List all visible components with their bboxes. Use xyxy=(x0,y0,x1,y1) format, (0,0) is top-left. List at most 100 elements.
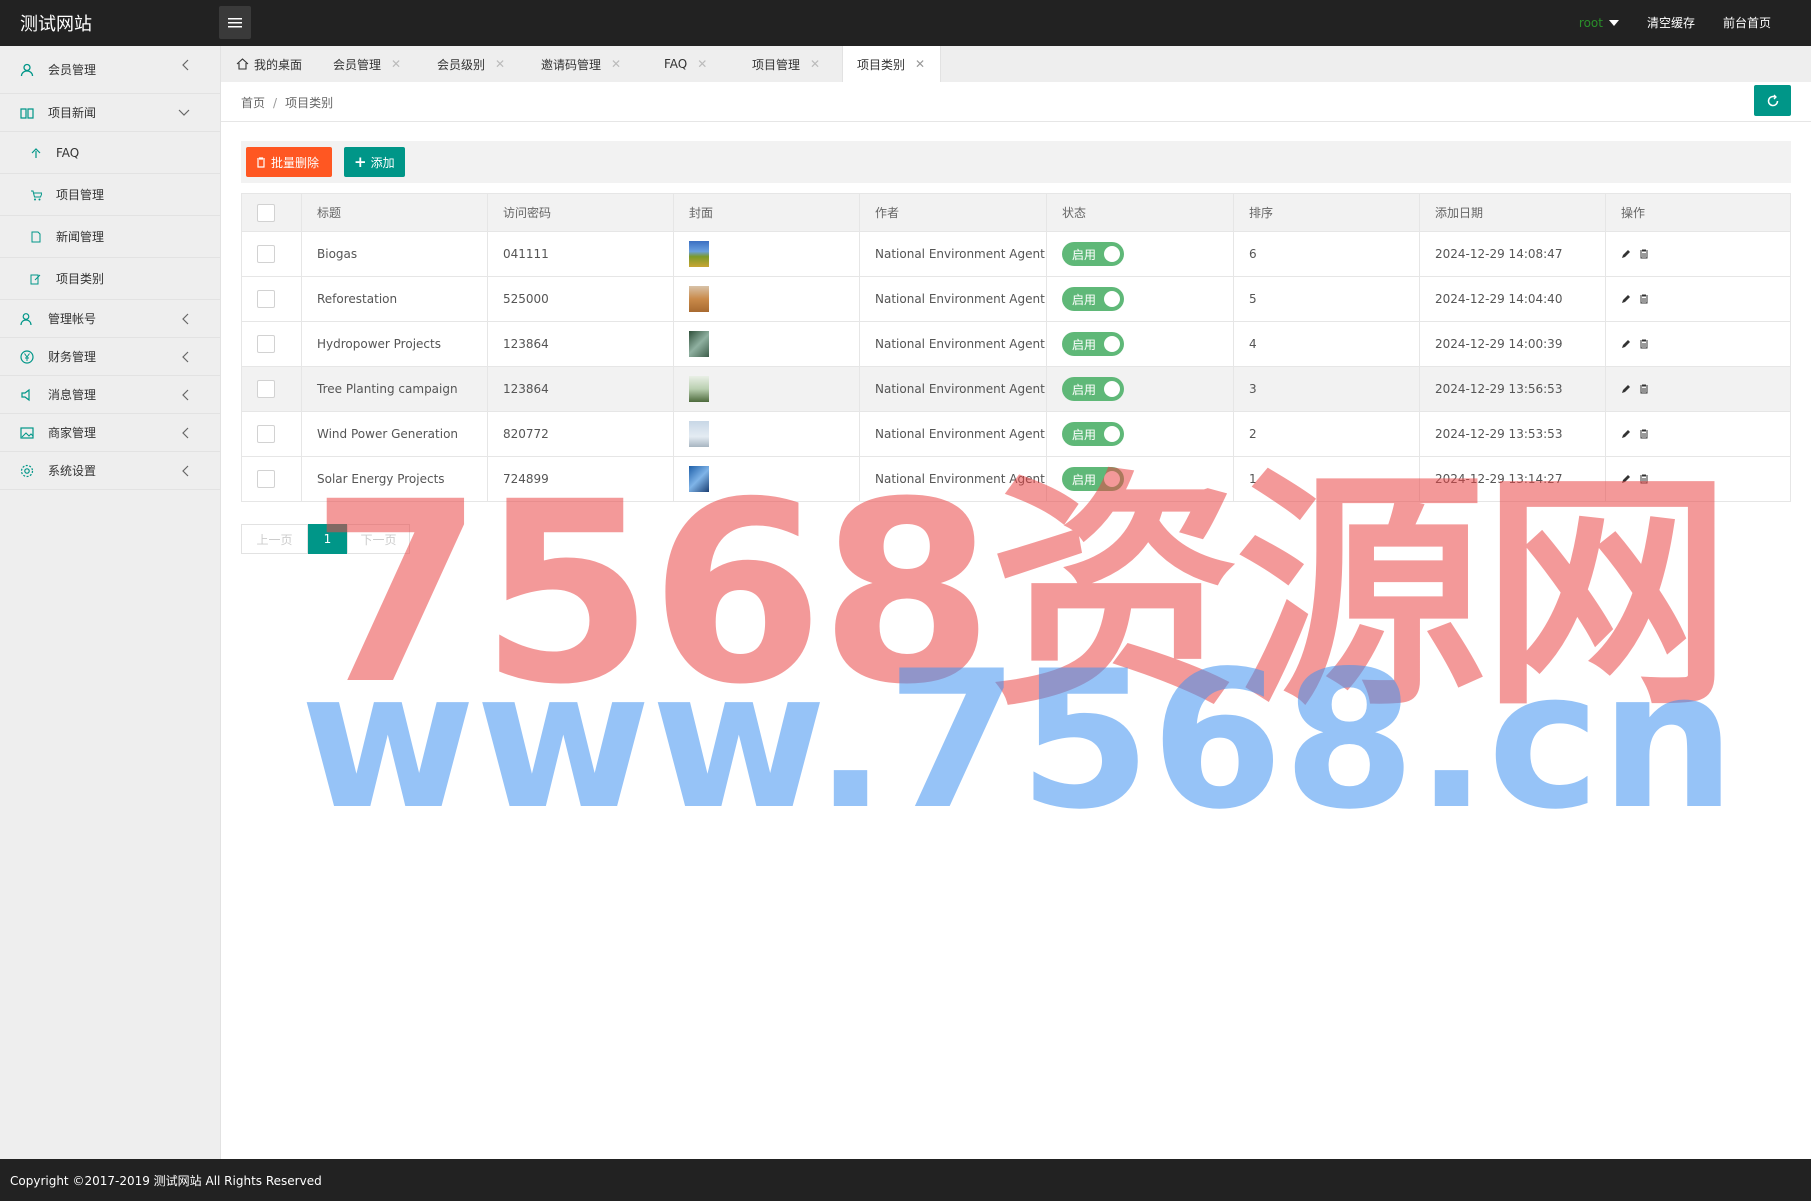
row-checkbox[interactable] xyxy=(257,380,275,398)
delete-trash-icon[interactable] xyxy=(1639,384,1649,394)
add-button[interactable]: + 添加 xyxy=(344,147,405,177)
chevron-left-icon xyxy=(182,59,189,71)
tab-faq[interactable]: FAQ ✕ xyxy=(664,46,707,82)
home-icon xyxy=(236,58,249,70)
cover-thumbnail[interactable] xyxy=(689,466,709,492)
cover-thumbnail[interactable] xyxy=(689,241,709,267)
cell-title: Reforestation xyxy=(301,276,488,322)
breadcrumb-bar: 首页 / 项目类别 xyxy=(221,82,1811,122)
chevron-left-icon xyxy=(182,313,189,325)
cell-date: 2024-12-29 13:56:53 xyxy=(1419,366,1606,412)
cover-thumbnail[interactable] xyxy=(689,376,709,402)
sidebar-item-finance[interactable]: 财务管理 xyxy=(0,338,220,376)
edit-pencil-icon[interactable] xyxy=(1621,249,1631,259)
row-select-cell xyxy=(241,321,302,367)
row-checkbox[interactable] xyxy=(257,425,275,443)
close-icon[interactable]: ✕ xyxy=(915,57,925,71)
table-row: Wind Power Generation 820772 National En… xyxy=(241,411,1791,457)
edit-pencil-icon[interactable] xyxy=(1621,339,1631,349)
user-menu[interactable]: root xyxy=(1579,14,1619,31)
edit-pencil-icon[interactable] xyxy=(1621,384,1631,394)
status-switch[interactable]: 启用 xyxy=(1062,332,1124,356)
frontend-home-link[interactable]: 前台首页 xyxy=(1723,14,1771,31)
yen-icon xyxy=(20,349,34,364)
batch-delete-button[interactable]: 批量删除 xyxy=(246,147,332,177)
refresh-button[interactable] xyxy=(1754,85,1791,116)
row-select-cell xyxy=(241,276,302,322)
sidebar-subitem-news-management[interactable]: 新闻管理 xyxy=(0,216,220,258)
username: root xyxy=(1578,15,1603,30)
cell-actions xyxy=(1605,366,1791,412)
row-checkbox[interactable] xyxy=(257,470,275,488)
menu-toggle-button[interactable] xyxy=(219,6,251,39)
close-icon[interactable]: ✕ xyxy=(611,57,621,71)
select-all-checkbox[interactable] xyxy=(257,203,275,222)
page-1-button[interactable]: 1 xyxy=(308,524,347,554)
status-switch-label: 启用 xyxy=(1072,472,1097,487)
delete-trash-icon[interactable] xyxy=(1639,249,1649,259)
row-select-cell xyxy=(241,411,302,457)
sidebar-item-label: 项目新闻 xyxy=(48,106,97,120)
cell-sort: 1 xyxy=(1233,456,1420,502)
close-icon[interactable]: ✕ xyxy=(391,57,401,71)
chevron-left-icon xyxy=(182,465,189,477)
tab-member-levels[interactable]: 会员级别 ✕ xyxy=(437,46,505,82)
status-switch[interactable]: 启用 xyxy=(1062,287,1124,311)
cell-actions xyxy=(1605,456,1791,502)
close-icon[interactable]: ✕ xyxy=(810,57,820,71)
status-switch[interactable]: 启用 xyxy=(1062,377,1124,401)
sidebar-subitem-project-management[interactable]: 项目管理 xyxy=(0,174,220,216)
close-icon[interactable]: ✕ xyxy=(495,57,505,71)
sidebar-item-project-news[interactable]: 项目新闻 xyxy=(0,94,220,132)
sidebar-subitem-faq[interactable]: FAQ xyxy=(0,132,220,174)
cell-date: 2024-12-29 14:00:39 xyxy=(1419,321,1606,367)
close-icon[interactable]: ✕ xyxy=(697,57,707,71)
prev-page-button[interactable]: 上一页 xyxy=(241,524,308,554)
tab-my-desktop[interactable]: 我的桌面 xyxy=(236,46,302,82)
cell-cover xyxy=(673,411,860,457)
cell-password: 123864 xyxy=(487,321,674,367)
sidebar-item-members[interactable]: 会员管理 xyxy=(0,46,220,94)
table-row: Tree Planting campaign 123864 National E… xyxy=(241,366,1791,412)
tab-project-management[interactable]: 项目管理 ✕ xyxy=(752,46,820,82)
delete-trash-icon[interactable] xyxy=(1639,474,1649,484)
site-logo[interactable]: 测试网站 xyxy=(20,10,92,36)
cover-thumbnail[interactable] xyxy=(689,286,709,312)
sidebar-item-settings[interactable]: 系统设置 xyxy=(0,452,220,490)
tab-project-category[interactable]: 项目类别 ✕ xyxy=(842,46,942,82)
status-switch[interactable]: 启用 xyxy=(1062,422,1124,446)
tab-member-management[interactable]: 会员管理 ✕ xyxy=(333,46,401,82)
delete-trash-icon[interactable] xyxy=(1639,294,1649,304)
cover-thumbnail[interactable] xyxy=(689,331,709,357)
delete-trash-icon[interactable] xyxy=(1639,429,1649,439)
row-checkbox[interactable] xyxy=(257,290,275,308)
header-author: 作者 xyxy=(859,193,1047,232)
sidebar-subitem-project-category[interactable]: 项目类别 xyxy=(0,258,220,300)
cell-author: National Environment Agent xyxy=(859,411,1047,457)
delete-trash-icon[interactable] xyxy=(1639,339,1649,349)
edit-pencil-icon[interactable] xyxy=(1621,294,1631,304)
sidebar-item-messages[interactable]: 消息管理 xyxy=(0,376,220,414)
status-switch[interactable]: 启用 xyxy=(1062,242,1124,266)
breadcrumb-home[interactable]: 首页 xyxy=(241,96,265,110)
cell-cover xyxy=(673,276,860,322)
sidebar-item-label: 财务管理 xyxy=(48,350,97,364)
tab-label: 项目类别 xyxy=(857,57,906,72)
cover-thumbnail[interactable] xyxy=(689,421,709,447)
edit-pencil-icon[interactable] xyxy=(1621,429,1631,439)
row-checkbox[interactable] xyxy=(257,335,275,353)
action-toolbar: 批量删除 + 添加 xyxy=(241,141,1791,183)
tab-invite-codes[interactable]: 邀请码管理 ✕ xyxy=(541,46,621,82)
user-icon xyxy=(20,63,34,76)
edit-icon xyxy=(30,274,41,284)
doc-icon xyxy=(31,231,41,242)
sidebar-item-admin-accounts[interactable]: 管理帐号 xyxy=(0,300,220,338)
next-page-button[interactable]: 下一页 xyxy=(347,524,410,554)
clear-cache-link[interactable]: 清空缓存 xyxy=(1647,14,1695,31)
sidebar-subitem-label: FAQ xyxy=(56,145,80,160)
tab-label: 我的桌面 xyxy=(254,57,303,72)
sidebar-item-merchants[interactable]: 商家管理 xyxy=(0,414,220,452)
edit-pencil-icon[interactable] xyxy=(1621,474,1631,484)
row-checkbox[interactable] xyxy=(257,245,275,263)
status-switch[interactable]: 启用 xyxy=(1062,467,1124,491)
